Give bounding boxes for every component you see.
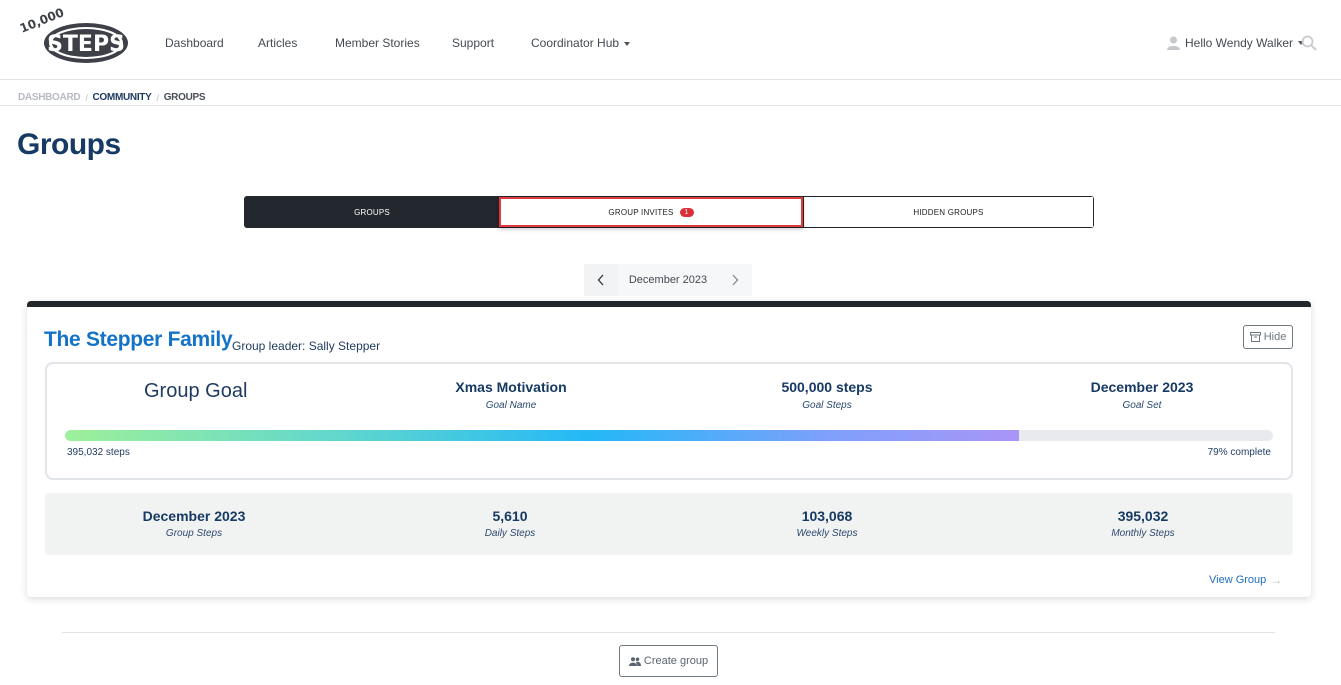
goal-name-value: Xmas Motivation	[455, 379, 567, 395]
view-group-link[interactable]: View Group →	[1209, 573, 1282, 587]
breadcrumb-dashboard[interactable]: DASHBOARD	[18, 92, 81, 103]
tab-groups[interactable]: GROUPS	[245, 197, 499, 227]
invites-count-badge: 1	[679, 207, 694, 217]
next-month-button[interactable]	[718, 264, 752, 296]
chevron-down-icon	[624, 41, 631, 46]
group-tabs: GROUPS GROUP INVITES 1 HIDDEN GROUPS	[244, 196, 1094, 228]
tab-group-invites[interactable]: GROUP INVITES 1	[499, 197, 803, 227]
chevron-right-icon	[732, 274, 739, 286]
breadcrumb-separator: /	[85, 92, 88, 103]
divider	[0, 105, 1341, 106]
create-group-button[interactable]: Create group	[619, 645, 718, 677]
group-leader: Group leader: Sally Stepper	[232, 339, 381, 353]
group-card: The Stepper Family Group leader: Sally S…	[27, 301, 1311, 597]
users-icon	[628, 656, 641, 666]
create-group-label: Create group	[643, 655, 709, 667]
goal-progress-fill	[65, 430, 1020, 441]
group-stats: December 2023 Group Steps 5,610 Daily St…	[45, 493, 1293, 555]
stat-daily-steps: 5,610 Daily Steps	[390, 508, 630, 539]
nav-coordinator-hub-label: Coordinator Hub	[531, 36, 620, 50]
search-icon[interactable]	[1301, 35, 1317, 51]
group-goal-panel: Group Goal Xmas Motivation Goal Name 500…	[45, 362, 1293, 480]
goal-steps-label: Goal Steps	[802, 400, 852, 411]
goal-progress-bar	[65, 430, 1273, 441]
breadcrumb-groups: GROUPS	[163, 92, 206, 103]
view-group-label: View Group	[1209, 574, 1267, 586]
goal-name-label: Goal Name	[485, 400, 537, 411]
user-icon	[1167, 36, 1180, 50]
svg-text:STEPS: STEPS	[47, 32, 125, 57]
previous-month-button[interactable]	[584, 264, 618, 296]
hide-group-label: Hide	[1263, 331, 1287, 343]
goal-set: December 2023 Goal Set	[1022, 379, 1262, 411]
stat-value: 395,032	[1117, 508, 1169, 524]
breadcrumb-separator: /	[156, 92, 159, 103]
user-greeting: Hello Wendy Walker	[1185, 36, 1294, 50]
stat-value: 5,610	[492, 508, 528, 524]
current-month: December 2023	[628, 274, 708, 286]
nav-coordinator-hub[interactable]: Coordinator Hub	[531, 36, 631, 50]
hide-group-button[interactable]: Hide	[1243, 325, 1293, 349]
tab-group-invites-label: GROUP INVITES	[608, 207, 674, 217]
stat-value: 103,068	[801, 508, 853, 524]
goal-steps: 500,000 steps Goal Steps	[707, 379, 947, 411]
nav-dashboard[interactable]: Dashboard	[165, 36, 224, 50]
stat-label: Monthly Steps	[1111, 528, 1175, 539]
tab-hidden-groups[interactable]: HIDDEN GROUPS	[803, 197, 1093, 227]
goal-name: Xmas Motivation Goal Name	[391, 379, 631, 411]
site-logo[interactable]: 10,000 STEPS	[16, 5, 131, 67]
divider	[62, 632, 1275, 633]
user-menu[interactable]: Hello Wendy Walker	[1167, 36, 1305, 50]
nav-support[interactable]: Support	[452, 36, 494, 50]
page-title: Groups	[17, 128, 121, 161]
goal-set-value: December 2023	[1090, 379, 1194, 395]
stat-value: December 2023	[142, 508, 246, 524]
site-header: 10,000 STEPS Dashboard Articles Member S…	[0, 0, 1341, 80]
breadcrumb: DASHBOARD / COMMUNITY / GROUPS	[18, 92, 206, 103]
chevron-left-icon	[597, 274, 604, 286]
stat-monthly-steps: 395,032 Monthly Steps	[1023, 508, 1263, 539]
progress-steps: 395,032 steps	[67, 447, 130, 458]
goal-set-label: Goal Set	[1122, 400, 1162, 411]
breadcrumb-community[interactable]: COMMUNITY	[93, 92, 152, 103]
stat-label: Weekly Steps	[796, 528, 858, 539]
month-selector: December 2023	[584, 264, 752, 296]
archive-icon	[1249, 332, 1261, 342]
stat-label: Daily Steps	[484, 528, 536, 539]
nav-member-stories[interactable]: Member Stories	[335, 36, 420, 50]
stat-label: Group Steps	[165, 528, 223, 539]
group-goal-title: Group Goal	[144, 380, 248, 402]
nav-articles[interactable]: Articles	[258, 36, 297, 50]
tab-groups-label: GROUPS	[354, 207, 390, 217]
tab-hidden-groups-label: HIDDEN GROUPS	[913, 207, 984, 217]
progress-percent: 79% complete	[1207, 447, 1271, 458]
stat-group-steps: December 2023 Group Steps	[74, 508, 314, 539]
arrow-right-icon: →	[1270, 573, 1283, 587]
goal-steps-value: 500,000 steps	[781, 379, 873, 395]
group-name[interactable]: The Stepper Family	[44, 328, 233, 352]
stat-weekly-steps: 103,068 Weekly Steps	[707, 508, 947, 539]
